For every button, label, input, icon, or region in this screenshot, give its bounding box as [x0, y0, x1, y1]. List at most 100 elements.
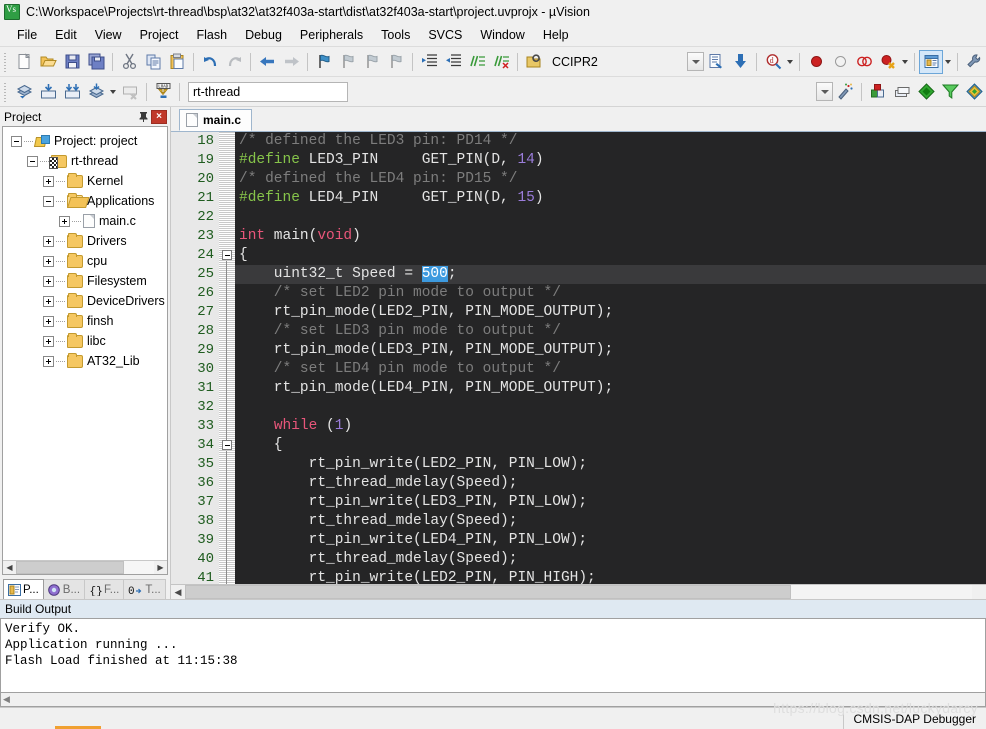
pack-installer-icon[interactable]: [914, 80, 938, 104]
tree-item-devicedrivers[interactable]: DeviceDrivers: [7, 291, 167, 311]
code-editor[interactable]: 18 19 20 21 22 23 24 25 26 27 28 29 30 31 32 33 34 35 36 37…: [171, 132, 986, 584]
code-line[interactable]: while (1): [235, 417, 986, 436]
menu-edit[interactable]: Edit: [46, 26, 86, 44]
code-line[interactable]: /* defined the LED4 pin: PD15 */: [235, 170, 986, 189]
download-icon[interactable]: LOAD: [151, 80, 175, 104]
scroll-thumb[interactable]: [16, 561, 124, 574]
tree-item-kernel[interactable]: Kernel: [7, 171, 167, 191]
build-output-text[interactable]: Verify OK. Application running ... Flash…: [0, 618, 986, 693]
batch-build-icon[interactable]: [84, 80, 108, 104]
fold-margin[interactable]: [219, 132, 235, 584]
save-icon[interactable]: [60, 50, 84, 74]
project-tree[interactable]: Project: project rt-thread Kernel Applic…: [2, 126, 168, 575]
code-line[interactable]: int main(void): [235, 227, 986, 246]
bookmark-toggle-icon[interactable]: [312, 50, 336, 74]
target-select-dropdown-icon[interactable]: [816, 82, 833, 101]
scroll-right-icon[interactable]: ▶: [154, 561, 167, 574]
tab-project[interactable]: P...: [3, 579, 44, 599]
kill-all-breakpoints-icon[interactable]: [876, 50, 900, 74]
toolbar-grip[interactable]: [3, 81, 9, 102]
code-line[interactable]: rt_pin_mode(LED4_PIN, PIN_MODE_OUTPUT);: [235, 379, 986, 398]
find-in-files-icon[interactable]: d: [761, 50, 785, 74]
manage-components-icon[interactable]: [866, 80, 890, 104]
expander-icon[interactable]: [59, 215, 70, 227]
menu-project[interactable]: Project: [131, 26, 188, 44]
indent-left-icon[interactable]: [441, 50, 465, 74]
fold-box-icon[interactable]: [222, 440, 232, 450]
project-tree-hscrollbar[interactable]: ◀ ▶: [3, 560, 167, 574]
scroll-left-icon[interactable]: ◀: [171, 585, 185, 599]
configure-icon[interactable]: [962, 50, 986, 74]
debug-settings-icon[interactable]: [728, 50, 752, 74]
fold-box-icon[interactable]: [222, 250, 232, 260]
code-line[interactable]: /* set LED3 pin mode to output */: [235, 322, 986, 341]
scroll-left-icon[interactable]: ◀: [3, 561, 16, 574]
disable-breakpoint-icon[interactable]: [828, 50, 852, 74]
tab-books[interactable]: B...: [42, 579, 86, 599]
comment-icon[interactable]: [465, 50, 489, 74]
code-line[interactable]: rt_pin_write(LED2_PIN, PIN_LOW);: [235, 455, 986, 474]
expander-icon[interactable]: [43, 355, 54, 367]
manage-layers-icon[interactable]: [890, 80, 914, 104]
stop-build-icon[interactable]: [118, 80, 142, 104]
expander-icon[interactable]: [43, 335, 54, 347]
rebuild-icon[interactable]: [60, 80, 84, 104]
bookmark-clear-icon[interactable]: [384, 50, 408, 74]
book-icon[interactable]: [962, 80, 986, 104]
expander-icon[interactable]: [11, 135, 22, 147]
indent-right-icon[interactable]: [417, 50, 441, 74]
tree-item-libc[interactable]: libc: [7, 331, 167, 351]
tree-item-drivers[interactable]: Drivers: [7, 231, 167, 251]
expander-icon[interactable]: [43, 255, 54, 267]
build-output-hscrollbar[interactable]: ◀: [0, 693, 986, 707]
bookmark-prev-icon[interactable]: [336, 50, 360, 74]
close-icon[interactable]: ×: [151, 109, 167, 124]
translate-icon[interactable]: [12, 80, 36, 104]
redo-icon[interactable]: [222, 50, 246, 74]
expander-icon[interactable]: [43, 175, 54, 187]
menu-tools[interactable]: Tools: [372, 26, 419, 44]
menu-debug[interactable]: Debug: [236, 26, 291, 44]
menu-file[interactable]: File: [8, 26, 46, 44]
code-line[interactable]: [235, 398, 986, 417]
code-line[interactable]: /* set LED2 pin mode to output */: [235, 284, 986, 303]
code-line[interactable]: rt_pin_mode(LED3_PIN, PIN_MODE_OUTPUT);: [235, 341, 986, 360]
menu-view[interactable]: View: [86, 26, 131, 44]
code-text[interactable]: /* defined the LED3 pin: PD14 */ #define …: [235, 132, 986, 584]
code-line[interactable]: #define LED3_PIN GET_PIN(D, 14): [235, 151, 986, 170]
text-properties-icon[interactable]: [704, 50, 728, 74]
code-line[interactable]: rt_thread_mdelay(Speed);: [235, 512, 986, 531]
open-file-icon[interactable]: [36, 50, 60, 74]
tree-item-applications[interactable]: Applications: [7, 191, 167, 211]
scroll-track[interactable]: [16, 561, 154, 574]
copy-icon[interactable]: [141, 50, 165, 74]
code-line[interactable]: rt_pin_write(LED3_PIN, PIN_LOW);: [235, 493, 986, 512]
breakpoints-dropdown-icon[interactable]: [900, 50, 910, 74]
tab-templates[interactable]: 0 T...: [123, 579, 166, 599]
menu-help[interactable]: Help: [534, 26, 578, 44]
expander-icon[interactable]: [43, 295, 54, 307]
navigate-forward-icon[interactable]: [279, 50, 303, 74]
tab-functions[interactable]: {} F...: [84, 579, 125, 599]
svcs-icon[interactable]: [938, 80, 962, 104]
code-line[interactable]: [235, 208, 986, 227]
tree-item-finsh[interactable]: finsh: [7, 311, 167, 331]
menu-svcs[interactable]: SVCS: [419, 26, 471, 44]
manage-windows-icon[interactable]: [919, 49, 943, 74]
document-tab-main-c[interactable]: main.c: [179, 109, 253, 131]
tree-item-project[interactable]: Project: project: [7, 131, 167, 151]
code-line[interactable]: /* defined the LED3 pin: PD14 */: [235, 132, 986, 151]
menu-window[interactable]: Window: [471, 26, 533, 44]
code-line[interactable]: {: [235, 246, 986, 265]
new-file-icon[interactable]: [12, 50, 36, 74]
paste-icon[interactable]: [165, 50, 189, 74]
insert-breakpoint-icon[interactable]: [804, 50, 828, 74]
windows-dropdown-icon[interactable]: [943, 50, 953, 74]
code-line[interactable]: rt_pin_write(LED2_PIN, PIN_HIGH);: [235, 569, 986, 584]
pin-icon[interactable]: [136, 109, 151, 124]
configure-target-icon[interactable]: [522, 50, 546, 74]
toolbar-grip[interactable]: [3, 51, 9, 72]
code-line[interactable]: rt_thread_mdelay(Speed);: [235, 550, 986, 569]
batch-build-dropdown-icon[interactable]: [108, 80, 118, 104]
navigate-back-icon[interactable]: [255, 50, 279, 74]
